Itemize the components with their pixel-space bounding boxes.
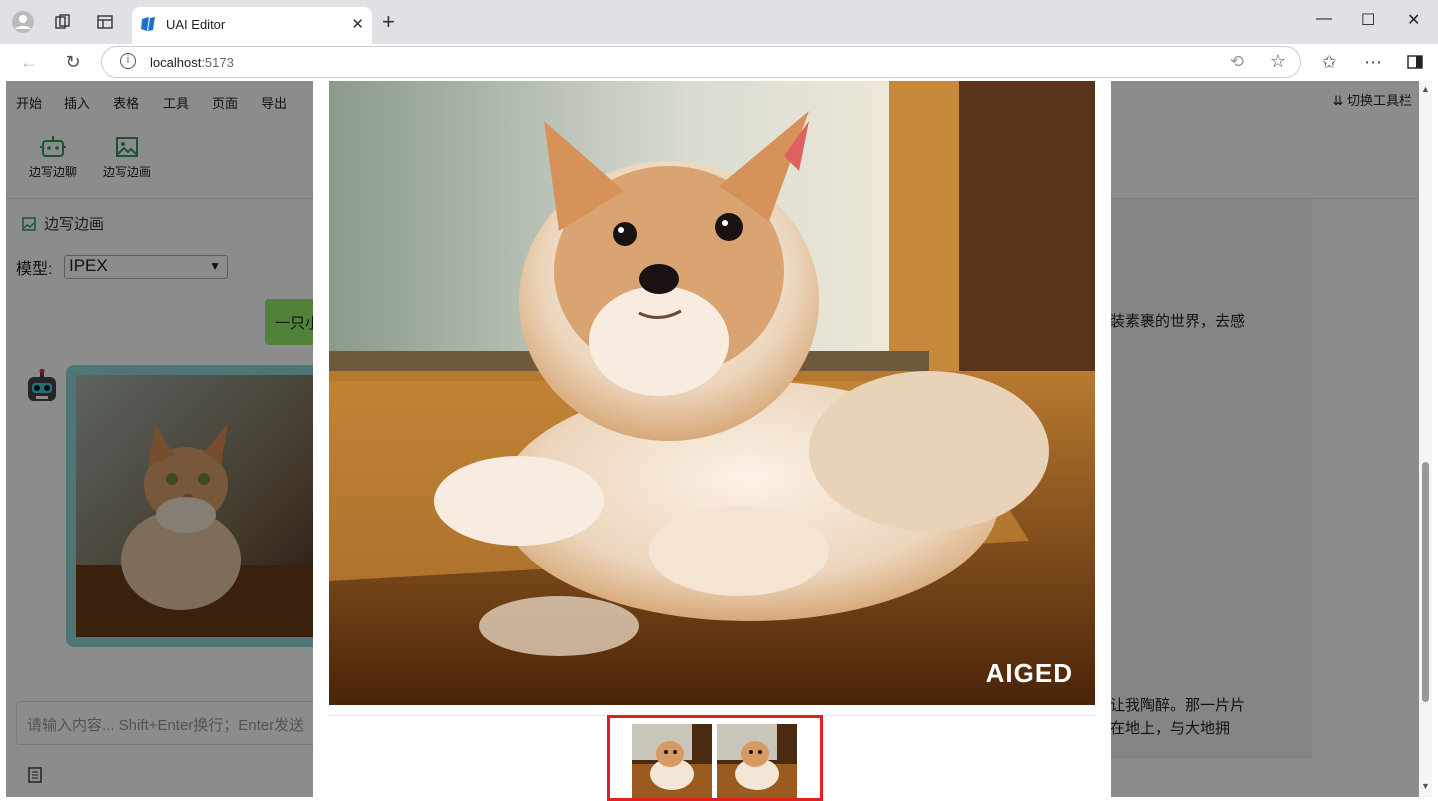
- new-tab-button[interactable]: +: [382, 10, 395, 34]
- back-icon[interactable]: ←: [17, 50, 41, 74]
- uai-favicon-icon: [140, 16, 156, 32]
- browser-navbar: ← ↻ i localhost:5173 ⟲ ☆ ✩ ⋯: [0, 44, 1438, 80]
- site-info-icon[interactable]: i: [120, 53, 136, 69]
- tab-close-icon[interactable]: ✕: [351, 15, 364, 33]
- scroll-up-icon[interactable]: ▲: [1421, 84, 1430, 94]
- scrollbar-thumb[interactable]: [1422, 462, 1429, 702]
- profile-icon[interactable]: [11, 10, 35, 34]
- minimize-button[interactable]: —: [1316, 10, 1332, 28]
- workspaces-icon[interactable]: [51, 10, 75, 34]
- reload-icon[interactable]: ↻: [61, 50, 85, 74]
- tab-actions-icon[interactable]: [93, 10, 117, 34]
- favorite-star-icon[interactable]: ☆: [1270, 51, 1286, 72]
- aiged-watermark: AIGED: [985, 658, 1073, 688]
- thumbnail-2[interactable]: [717, 724, 797, 798]
- dog-preview-image: [329, 81, 1095, 705]
- scroll-down-icon[interactable]: ▼: [1421, 781, 1430, 791]
- read-aloud-icon[interactable]: ⟲: [1230, 52, 1244, 72]
- page-scrollbar[interactable]: ▲ ▼: [1419, 81, 1432, 797]
- browser-tab[interactable]: UAI Editor ✕: [132, 7, 372, 44]
- image-preview-modal: AIGED: [313, 81, 1111, 801]
- maximize-button[interactable]: ☐: [1361, 10, 1375, 30]
- close-window-button[interactable]: ✕: [1407, 10, 1420, 30]
- more-menu-icon[interactable]: ⋯: [1361, 50, 1385, 74]
- favorites-icon[interactable]: ✩: [1317, 50, 1341, 74]
- sidebar-toggle-icon[interactable]: [1403, 50, 1427, 74]
- preview-image[interactable]: AIGED: [329, 81, 1095, 705]
- address-bar[interactable]: i localhost:5173 ⟲ ☆: [101, 46, 1301, 78]
- thumbnail-strip: [607, 715, 823, 801]
- tab-title: UAI Editor: [166, 17, 226, 32]
- thumbnail-1[interactable]: [632, 724, 712, 798]
- browser-titlebar: UAI Editor ✕ + — ☐ ✕: [0, 0, 1438, 44]
- address-url[interactable]: localhost:5173: [150, 55, 234, 70]
